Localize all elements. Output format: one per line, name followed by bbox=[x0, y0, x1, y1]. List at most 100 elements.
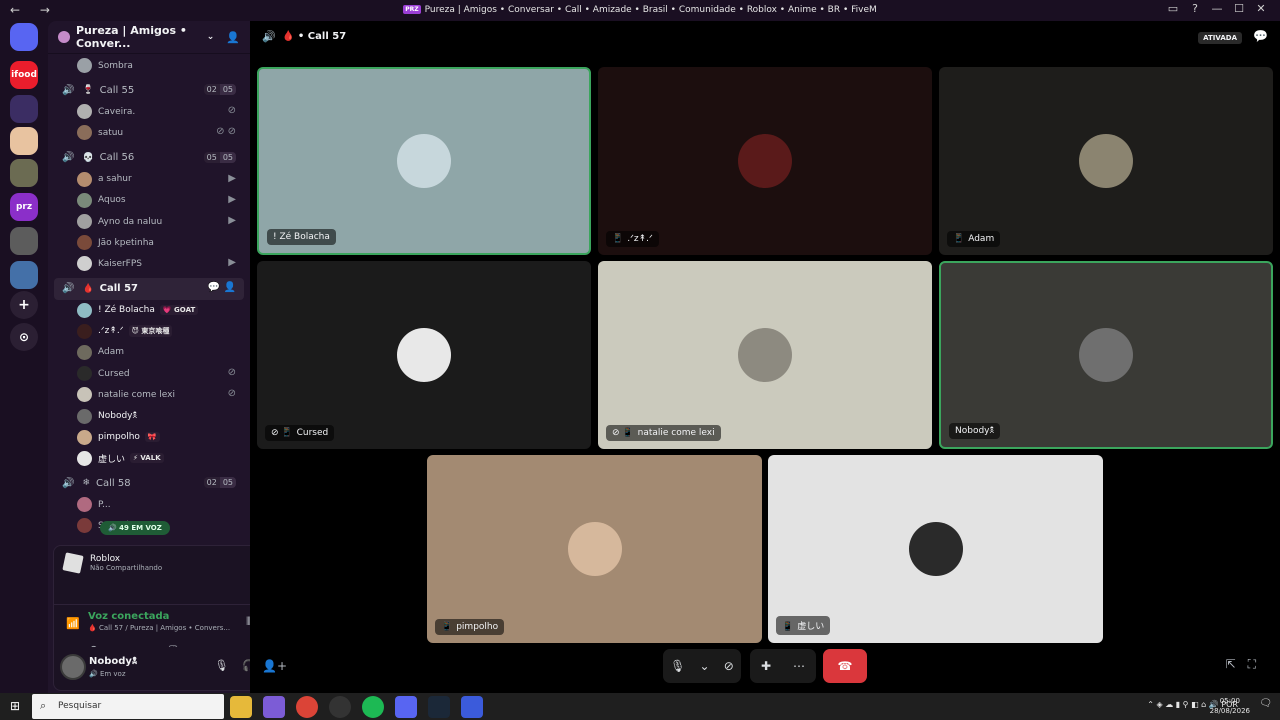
chevron-down-icon[interactable]: ⌄ bbox=[207, 32, 215, 42]
voice-user[interactable]: a sahur ▶ bbox=[48, 169, 250, 190]
add-user-icon[interactable]: 👤+ bbox=[262, 659, 287, 673]
video-tile[interactable]: 📱 Adam bbox=[939, 67, 1273, 255]
guild-header[interactable]: Pureza | Amigos • Conver... ⌄ 👤 bbox=[48, 21, 250, 54]
participant-label: Nobody🕱 bbox=[949, 423, 1001, 439]
user-count: 02 bbox=[203, 477, 220, 488]
voice-user[interactable]: Ayno da naluu ▶ bbox=[48, 211, 250, 232]
file-explorer-icon[interactable] bbox=[230, 696, 252, 718]
spotify-icon[interactable] bbox=[362, 696, 384, 718]
video-tile[interactable]: 📱 虚しい bbox=[768, 455, 1103, 643]
notification-icon[interactable]: 🗨 bbox=[1259, 698, 1272, 709]
server-folder-icon[interactable] bbox=[10, 95, 38, 123]
server-server-c-icon[interactable] bbox=[10, 227, 38, 255]
mic-control[interactable]: 🎙 ⌄ ⊘ bbox=[663, 649, 741, 683]
help-icon[interactable]: ? bbox=[1184, 2, 1206, 15]
video-tile[interactable]: Nobody🕱 bbox=[939, 261, 1273, 449]
steam-icon[interactable] bbox=[428, 696, 450, 718]
clock-date: 28/08/2026 bbox=[1209, 707, 1250, 715]
video-tile[interactable]: 📱 pimpolho bbox=[427, 455, 762, 643]
window-controls: ▭? — ☐ ✕ bbox=[1162, 2, 1272, 15]
chrome-icon[interactable] bbox=[296, 696, 318, 718]
avatar[interactable] bbox=[60, 654, 86, 680]
channel-tools[interactable]: 💬 👤 bbox=[208, 282, 236, 293]
app-icon-2[interactable] bbox=[461, 696, 483, 718]
voice-channel[interactable]: 🔊 ❄ Call 58 02 05 bbox=[54, 472, 244, 494]
minimize-button[interactable]: — bbox=[1206, 2, 1228, 15]
user-tag: 🎀 bbox=[144, 432, 160, 443]
channel-emoji: 🩸 bbox=[82, 283, 94, 294]
status-icon: ⊘ bbox=[227, 388, 236, 400]
voice-channel[interactable]: 🔊 💀 Call 56 05 05 bbox=[54, 147, 244, 169]
voice-connected-channel[interactable]: 🩸 Call 57 / Pureza | Amigos • Convers... bbox=[88, 624, 230, 632]
status-badge[interactable]: ATIVADA bbox=[1198, 32, 1242, 44]
video-tile[interactable]: ⊘ 📱 natalie come lexi bbox=[598, 261, 932, 449]
voice-count-pill[interactable]: 🔊 49 EM VOZ bbox=[100, 521, 170, 535]
voice-user[interactable]: pimpolho 🎀 bbox=[48, 427, 250, 448]
user-status: 🔊 Em voz bbox=[89, 670, 126, 678]
voice-user[interactable]: P... bbox=[48, 494, 250, 515]
participant-name: Adam bbox=[968, 234, 995, 244]
speaker-icon: 🔊 bbox=[262, 30, 276, 43]
discover-icon[interactable]: ⊙ bbox=[10, 323, 38, 351]
server-server-d-icon[interactable] bbox=[10, 261, 38, 289]
voice-channel[interactable]: 🔊 🩸 Call 57 💬 👤 bbox=[54, 277, 244, 300]
avatar bbox=[77, 387, 92, 403]
activity-title: Roblox bbox=[90, 554, 121, 564]
voice-user[interactable]: Nobody🕱 bbox=[48, 405, 250, 426]
voice-user[interactable]: .ᐟz↟.ᐟ 😈 東京喰種 bbox=[48, 321, 250, 342]
window-title-text: Pureza | Amigos • Conversar • Call • Ami… bbox=[424, 5, 877, 15]
status-icon: ▶ bbox=[228, 257, 236, 269]
roblox-icon bbox=[62, 552, 84, 574]
chat-icon[interactable]: 💬 bbox=[1253, 29, 1268, 43]
voice-user[interactable]: satuu ⊘ ⊘ bbox=[48, 122, 250, 143]
user-count: 02 bbox=[203, 84, 220, 96]
server-ifood-icon[interactable]: ifood bbox=[10, 61, 38, 89]
app-icon[interactable] bbox=[329, 696, 351, 718]
participant-label: 📱 Adam bbox=[947, 231, 1001, 247]
server-server-b-icon[interactable] bbox=[10, 159, 38, 187]
clock[interactable]: 05:00 28/08/2026 bbox=[1210, 696, 1250, 716]
server-server-a-icon[interactable] bbox=[10, 127, 38, 155]
participant-status-icon: ⊘ 📱 bbox=[612, 428, 634, 438]
voice-user[interactable]: natalie come lexi ⊘ bbox=[48, 384, 250, 405]
maximize-button[interactable]: ☐ bbox=[1228, 2, 1250, 15]
inbox-icon[interactable]: ▭ bbox=[1162, 2, 1184, 15]
search-input[interactable]: ⌕ Pesquisar bbox=[32, 694, 224, 719]
more-icon[interactable]: ⋯ bbox=[793, 659, 805, 673]
microphone-icon[interactable]: 🎙 bbox=[670, 659, 685, 673]
voice-user[interactable]: Sombra bbox=[48, 55, 250, 76]
discord-icon[interactable] bbox=[395, 696, 417, 718]
popout-icon[interactable]: ⇱ bbox=[1226, 657, 1248, 671]
add-server-icon[interactable]: + bbox=[10, 291, 38, 319]
chevron-down-icon[interactable]: ⌄ bbox=[700, 659, 710, 673]
fullscreen-icon[interactable]: ⛶ bbox=[1248, 657, 1268, 671]
server-server-prz-icon[interactable]: prz bbox=[10, 193, 38, 221]
user-limit: 05 bbox=[219, 151, 236, 163]
voice-user[interactable]: Adam bbox=[48, 342, 250, 363]
video-tile[interactable]: ⊘ 📱 Cursed bbox=[257, 261, 591, 449]
copilot-icon[interactable] bbox=[263, 696, 285, 718]
user-limit-badge: 05 05 bbox=[203, 151, 236, 163]
voice-channel[interactable]: 🔊 🍷 Call 55 02 05 bbox=[54, 79, 244, 101]
user-limit-badge: 02 05 bbox=[203, 477, 236, 488]
activity-controls[interactable]: ✚ ⋯ bbox=[750, 649, 816, 683]
voice-user[interactable]: ! Zé Bolacha 💗 GOAT bbox=[48, 300, 250, 321]
microphone-icon[interactable]: 🎙 bbox=[214, 659, 228, 672]
camera-off-icon[interactable]: ⊘ bbox=[724, 659, 734, 673]
close-button[interactable]: ✕ bbox=[1250, 2, 1272, 15]
user-name: satuu bbox=[98, 127, 124, 138]
video-tile[interactable]: 📱 .ᐟz↟.ᐟ bbox=[598, 67, 932, 255]
windows-start-icon[interactable]: ⊞ bbox=[10, 699, 20, 713]
signal-icon[interactable]: 📶 bbox=[66, 617, 80, 630]
voice-user[interactable]: Jão kpetinha bbox=[48, 232, 250, 253]
video-tile[interactable]: ! Zé Bolacha bbox=[257, 67, 591, 255]
server-discord-home-icon[interactable] bbox=[10, 23, 38, 51]
voice-user[interactable]: 虚しい ⚡ VALK bbox=[48, 448, 250, 469]
voice-user[interactable]: KaiserFPS ▶ bbox=[48, 253, 250, 274]
invite-icon[interactable]: 👤 bbox=[226, 31, 240, 44]
activities-icon[interactable]: ✚ bbox=[761, 659, 771, 673]
end-call-button[interactable]: ☎ bbox=[823, 649, 867, 683]
voice-user[interactable]: Aquos ▶ bbox=[48, 190, 250, 211]
voice-user[interactable]: Caveira. ⊘ bbox=[48, 101, 250, 122]
voice-user[interactable]: Cursed ⊘ bbox=[48, 363, 250, 384]
